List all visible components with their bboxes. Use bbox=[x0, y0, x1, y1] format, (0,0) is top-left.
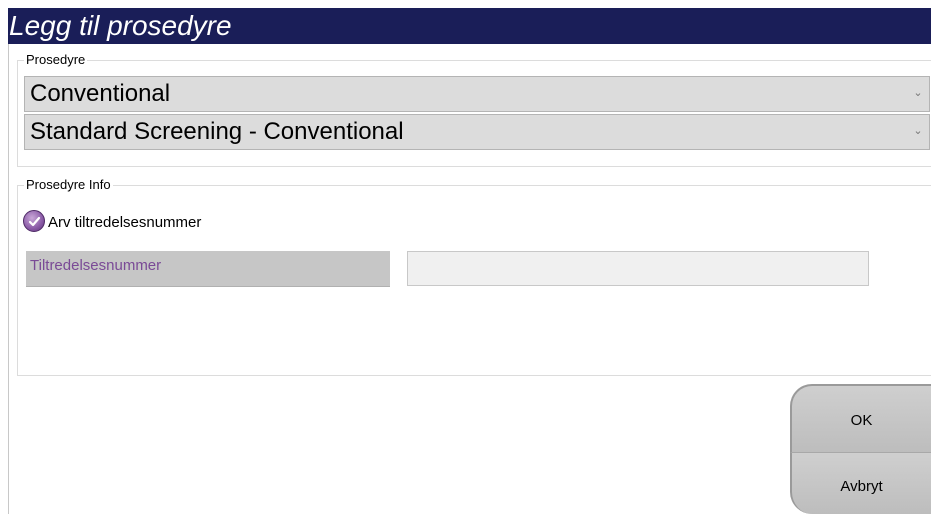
procedure-type-value: Conventional bbox=[30, 80, 171, 107]
ok-button-label: OK bbox=[850, 412, 873, 429]
ok-button[interactable]: OK bbox=[790, 384, 931, 453]
procedure-info-legend: Prosedyre Info bbox=[24, 177, 113, 192]
procedure-group-legend: Prosedyre bbox=[24, 52, 88, 67]
procedure-value: Standard Screening - Conventional bbox=[30, 118, 404, 145]
inherit-accession-label[interactable]: Arv tiltredelsesnummer bbox=[48, 214, 201, 231]
dialog-title: Legg til prosedyre bbox=[9, 10, 232, 41]
dialog-left-border bbox=[8, 44, 9, 514]
cancel-button-label: Avbryt bbox=[840, 478, 883, 495]
procedure-select[interactable]: Standard Screening - Conventional ⌄ bbox=[24, 114, 930, 150]
chevron-down-icon[interactable]: ⌄ bbox=[913, 123, 923, 139]
chevron-down-icon[interactable]: ⌄ bbox=[913, 85, 923, 101]
procedure-type-select[interactable]: Conventional ⌄ bbox=[24, 76, 930, 112]
accession-number-input[interactable] bbox=[407, 251, 869, 286]
cancel-button[interactable]: Avbryt bbox=[790, 452, 931, 514]
checkmark-icon[interactable] bbox=[23, 210, 45, 232]
accession-number-label: Tiltredelsesnummer bbox=[30, 257, 162, 274]
dialog-title-bar: Legg til prosedyre bbox=[8, 8, 931, 44]
accession-number-label-box: Tiltredelsesnummer bbox=[26, 251, 390, 287]
